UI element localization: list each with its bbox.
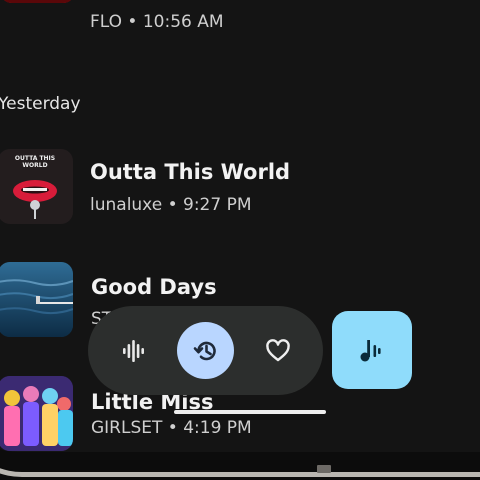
album-art-group-icon (0, 376, 73, 451)
bottom-nav-pill (88, 306, 323, 395)
waveform-icon (123, 340, 144, 362)
list-item-subtitle: lunaluxe • 9:27 PM (90, 195, 252, 215)
section-header-yesterday: Yesterday (0, 94, 81, 114)
list-item-art[interactable]: OUTTA THIS WORLD (0, 149, 73, 224)
heart-icon (266, 339, 290, 362)
list-item-art[interactable] (0, 376, 73, 451)
history-icon (193, 341, 216, 360)
history-button[interactable] (177, 322, 234, 379)
album-art-ocean-icon (0, 262, 73, 337)
waveform-button[interactable] (104, 323, 160, 379)
frame-connector (317, 465, 331, 473)
list-item-art[interactable] (0, 262, 73, 337)
list-item-title[interactable]: Outta This World (90, 160, 290, 184)
album-art-flo-icon (0, 0, 75, 3)
now-playing-fab[interactable] (332, 311, 412, 389)
page: FLO • 10:56 AM Yesterday OUTTA THIS WORL… (0, 0, 480, 480)
album-art-text: OUTTA THIS WORLD (14, 155, 56, 169)
list-item-subtitle: FLO • 10:56 AM (90, 12, 224, 32)
list-item-art[interactable] (0, 0, 75, 3)
music-note-waveform-icon (360, 340, 381, 362)
home-indicator[interactable] (174, 410, 326, 414)
favorites-button[interactable] (250, 323, 306, 379)
list-item-subtitle: GIRLSET • 4:19 PM (91, 418, 252, 438)
list-item-title[interactable]: Good Days (91, 275, 217, 299)
